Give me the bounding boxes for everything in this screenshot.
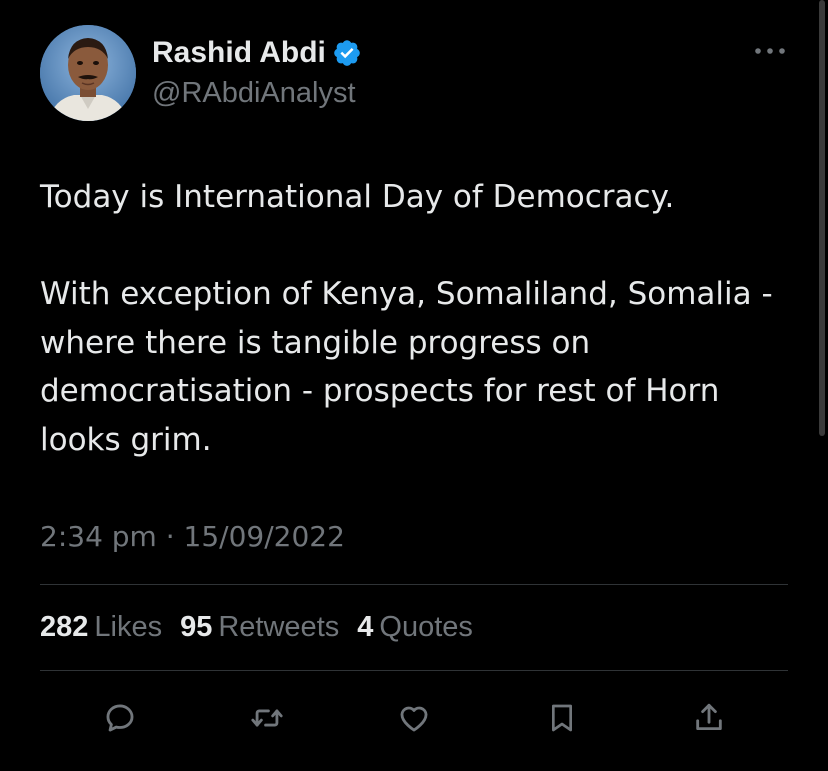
likes-label: Likes	[94, 611, 163, 643]
retweets-label: Retweets	[218, 611, 340, 643]
retweets-count: 95	[180, 611, 213, 643]
engagement-stats: 282 Likes 95 Retweets 4 Quotes	[40, 608, 473, 646]
bookmark-icon	[552, 704, 572, 732]
reply-icon	[106, 704, 134, 732]
quotes-stat[interactable]: 4 Quotes	[357, 608, 473, 646]
divider-bottom	[40, 670, 788, 671]
author-handle[interactable]: @RAbdiAnalyst	[152, 76, 356, 110]
quotes-count: 4	[357, 611, 374, 643]
divider-top	[40, 584, 788, 585]
bookmark-button[interactable]	[542, 698, 582, 738]
share-icon	[696, 703, 722, 731]
more-dots-icon	[755, 48, 785, 54]
likes-stat[interactable]: 282 Likes	[40, 608, 162, 646]
verified-badge-icon	[334, 40, 360, 66]
tweet-paragraph-2: With exception of Kenya, Somaliland, Som…	[40, 276, 773, 458]
retweet-icon	[251, 709, 283, 727]
like-icon	[400, 706, 428, 732]
avatar[interactable]	[40, 25, 136, 121]
author-name-row[interactable]: Rashid Abdi	[152, 36, 362, 70]
avatar-photo	[40, 25, 136, 121]
quotes-label: Quotes	[379, 611, 473, 643]
likes-count: 282	[40, 611, 89, 643]
more-options-button[interactable]	[752, 36, 788, 66]
tweet-paragraph-1: Today is International Day of Democracy.	[40, 179, 675, 215]
author-name[interactable]: Rashid Abdi	[152, 36, 326, 70]
scrollbar[interactable]	[819, 0, 825, 436]
like-button[interactable]	[394, 698, 434, 738]
retweet-button[interactable]	[247, 698, 287, 738]
share-button[interactable]	[689, 698, 729, 738]
tweet-action-bar	[0, 690, 828, 746]
retweets-stat[interactable]: 95 Retweets	[180, 608, 339, 646]
reply-button[interactable]	[100, 698, 140, 738]
tweet-timestamp[interactable]: 2:34 pm · 15/09/2022	[40, 518, 345, 556]
tweet-text: Today is International Day of Democracy.…	[40, 173, 800, 464]
